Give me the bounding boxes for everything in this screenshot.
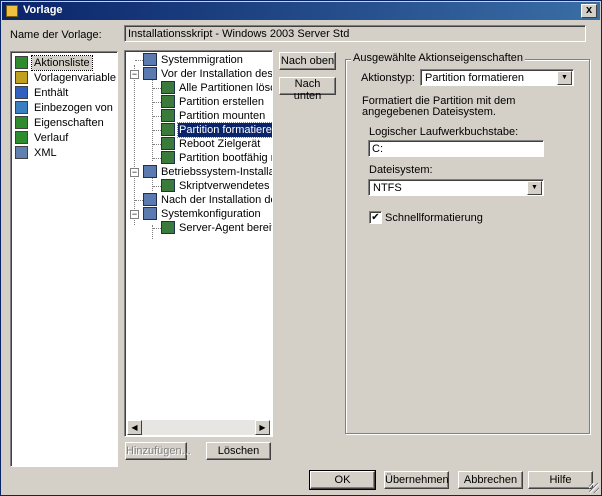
tree-node-label: Betriebssystem-Installationen <box>161 166 272 178</box>
nav-item-label: Enthält <box>34 87 69 99</box>
drive-letter-input[interactable]: C: <box>368 140 544 157</box>
template-name-field: Installationsskript - Windows 2003 Serve… <box>124 25 586 42</box>
monitor-icon <box>15 101 28 114</box>
action-tree-content: Systemmigration − Vor der Installation des… <box>125 51 272 435</box>
scroll-left-button[interactable]: ◀ <box>127 420 142 435</box>
tree-node-label: Partition mounten <box>179 110 266 122</box>
tree-node-label: Partition formatieren <box>176 122 272 138</box>
apply-button[interactable]: Übernehmen <box>384 471 449 489</box>
window-title: Vorlage <box>23 4 63 16</box>
drive-letter-value: C: <box>372 143 383 155</box>
close-button[interactable]: x <box>581 4 597 18</box>
vorlage-dialog: Vorlage x Name der Vorlage: Installation… <box>0 0 602 496</box>
ok-button[interactable]: OK <box>309 470 376 490</box>
resize-grip-icon[interactable] <box>589 483 599 493</box>
action-type-label: Aktionstyp: <box>361 72 415 84</box>
users-icon <box>15 86 28 99</box>
tree-node-label: Server-Agent bereitstelle <box>179 222 272 234</box>
title-bar[interactable]: Vorlage x <box>2 2 600 20</box>
xml-icon <box>15 146 28 159</box>
chevron-down-icon[interactable]: ▼ <box>527 181 542 195</box>
template-name-value: Installationsskript - Windows 2003 Serve… <box>128 28 350 40</box>
quick-format-checkbox[interactable]: ✔ <box>369 211 382 224</box>
help-button[interactable]: Hilfe <box>528 471 593 489</box>
file-system-value: NTFS <box>373 182 402 194</box>
file-system-label: Dateisystem: <box>369 164 433 176</box>
action-icon <box>161 109 175 122</box>
tree-node-label: Nach der Installation des Be <box>161 194 272 206</box>
tree-node-label: Systemmigration <box>161 54 243 66</box>
phase-icon <box>143 193 157 206</box>
action-icon <box>161 179 175 192</box>
phase-icon <box>143 165 157 178</box>
drive-letter-label: Logischer Laufwerkbuchstabe: <box>369 126 519 138</box>
template-name-label: Name der Vorlage: <box>10 29 102 41</box>
history-icon <box>15 131 28 144</box>
action-properties-title: Ausgewählte Aktionseigenschaften <box>351 52 526 64</box>
action-type-select[interactable]: Partition formatieren ▼ <box>420 69 574 86</box>
nav-item-label: Eigenschaften <box>34 117 104 129</box>
action-list-icon <box>15 56 28 69</box>
action-icon <box>161 81 175 94</box>
delete-button[interactable]: Löschen <box>206 442 271 460</box>
tree-node-label: Skriptverwendetes Insta <box>179 180 272 192</box>
tree-node-label: Systemkonfiguration <box>161 208 261 220</box>
action-icon <box>161 137 175 150</box>
cancel-button[interactable]: Abbrechen <box>458 471 523 489</box>
phase-icon <box>143 207 157 220</box>
section-list: Aktionsliste Vorlagenvariable Enthält Einbe… <box>10 51 118 467</box>
tree-node-label: Alle Partitionen löschen <box>179 82 272 94</box>
move-up-button[interactable]: Nach oben <box>279 52 336 70</box>
collapse-toggle[interactable]: − <box>130 70 139 79</box>
scroll-right-button[interactable]: ▶ <box>255 420 270 435</box>
migration-icon <box>143 53 157 66</box>
quick-format-label[interactable]: Schnellformatierung <box>385 212 483 224</box>
tree-horizontal-scrollbar[interactable]: ◀ ▶ <box>127 420 270 435</box>
collapse-toggle[interactable]: − <box>130 168 139 177</box>
nav-item-label: Aktionsliste <box>31 55 93 71</box>
nav-item-label: XML <box>34 147 57 159</box>
app-icon <box>6 5 18 17</box>
chevron-down-icon[interactable]: ▼ <box>557 71 572 85</box>
add-button[interactable]: Hinzufügen... <box>125 442 191 460</box>
phase-icon <box>143 67 157 80</box>
properties-icon <box>15 116 28 129</box>
tree-node-label: Vor der Installation des Betrie <box>161 68 272 80</box>
action-icon <box>161 123 175 136</box>
tree-node-label: Partition erstellen <box>179 96 264 108</box>
collapse-toggle[interactable]: − <box>130 210 139 219</box>
file-system-select[interactable]: NTFS ▼ <box>368 179 544 196</box>
variable-icon <box>15 71 28 84</box>
action-description: Formatiert die Partition mit dem angegeb… <box>362 95 516 118</box>
action-icon <box>161 151 175 164</box>
action-icon <box>161 221 175 234</box>
nav-item-label: Verlauf <box>34 132 69 144</box>
action-type-value: Partition formatieren <box>425 72 525 84</box>
tree-node-label: Reboot Zielgerät <box>179 138 261 150</box>
tree-node-label: Partition bootfähig mach <box>179 152 272 164</box>
action-icon <box>161 95 175 108</box>
nav-item-label: Vorlagenvariable <box>34 72 116 84</box>
move-down-button[interactable]: Nach unten <box>279 77 336 102</box>
nav-item-label: Einbezogen von <box>34 102 113 114</box>
